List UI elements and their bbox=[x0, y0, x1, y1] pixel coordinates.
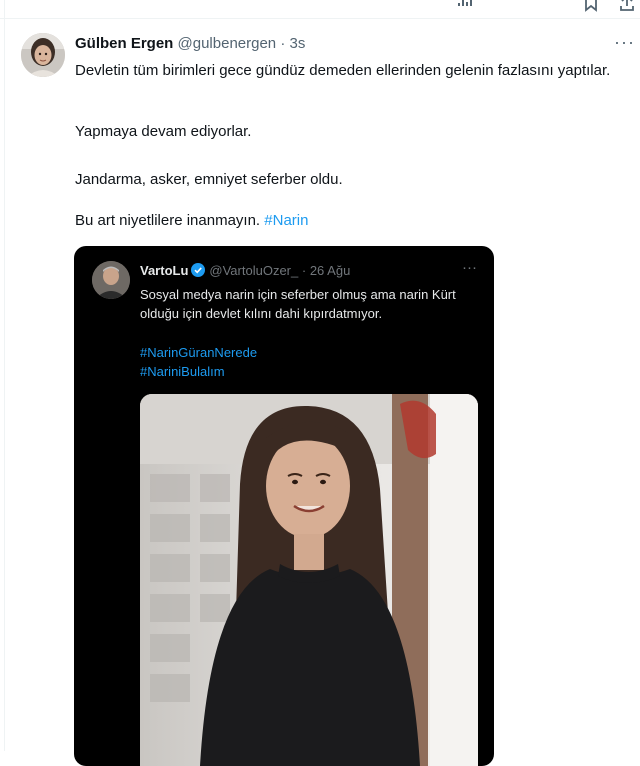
tweet-time[interactable]: 3s bbox=[290, 35, 306, 52]
timeline-border bbox=[4, 0, 5, 751]
author-handle[interactable]: @gulbenergen bbox=[178, 35, 277, 52]
author-name[interactable]: Gülben Ergen bbox=[75, 35, 173, 52]
avatar-photo bbox=[21, 33, 65, 77]
repost-icon[interactable]: ⌒ bbox=[200, 0, 214, 12]
embedded-handle: @VartoluOzer_ bbox=[209, 263, 299, 278]
tweet-text-last-line: Bu art niyetlilere inanmayın. #Narin bbox=[75, 211, 308, 231]
embedded-separator: · bbox=[301, 263, 307, 278]
like-icon[interactable]: ⌒ bbox=[330, 0, 344, 12]
previous-tweet-action-bar: ⌒ ⌒ ⌒ bbox=[0, 0, 640, 19]
embedded-tweet-screenshot[interactable]: VartoLu @VartoluOzer_ · 26 Ağu ··· Sosya… bbox=[74, 246, 494, 766]
tweet-text-line: Bu art niyetlilere inanmayın. bbox=[75, 212, 261, 229]
embedded-hashtag: #NarinGüranNerede bbox=[140, 345, 258, 360]
embedded-author-name: VartoLu bbox=[140, 263, 189, 278]
tweet-header: Gülben Ergen @gulbenergen · 3s bbox=[75, 35, 305, 52]
reply-icon[interactable]: ⌒ bbox=[60, 0, 74, 12]
share-icon[interactable] bbox=[620, 0, 634, 12]
hashtag-link[interactable]: #Narin bbox=[264, 212, 308, 229]
girl-portrait-photo bbox=[140, 394, 478, 766]
tweet-text-line: Devletin tüm birimleri gece gündüz demed… bbox=[75, 62, 611, 79]
avatar[interactable] bbox=[21, 33, 65, 77]
embedded-avatar-photo bbox=[92, 261, 130, 299]
embedded-hashtag: #NariniBulalım bbox=[140, 364, 225, 379]
bookmark-icon[interactable] bbox=[584, 0, 598, 12]
verified-badge-icon bbox=[191, 263, 206, 277]
views-icon[interactable] bbox=[458, 0, 474, 6]
photo-illustration bbox=[140, 394, 478, 766]
more-dots-icon[interactable]: ··· bbox=[614, 32, 635, 53]
tweet-text-line: Jandarma, asker, emniyet seferber oldu. bbox=[75, 171, 343, 188]
embedded-time: 26 Ağu bbox=[309, 263, 351, 278]
embedded-more-icon: ··· bbox=[462, 259, 477, 276]
separator-dot: · bbox=[280, 35, 286, 52]
embedded-avatar bbox=[92, 261, 130, 299]
embedded-header: VartoLu @VartoluOzer_ · 26 Ağu bbox=[140, 263, 350, 278]
tweet-text-line: Yapmaya devam ediyorlar. bbox=[75, 123, 252, 140]
embedded-text: Sosyal medya narin için seferber olmuş a… bbox=[140, 287, 456, 321]
